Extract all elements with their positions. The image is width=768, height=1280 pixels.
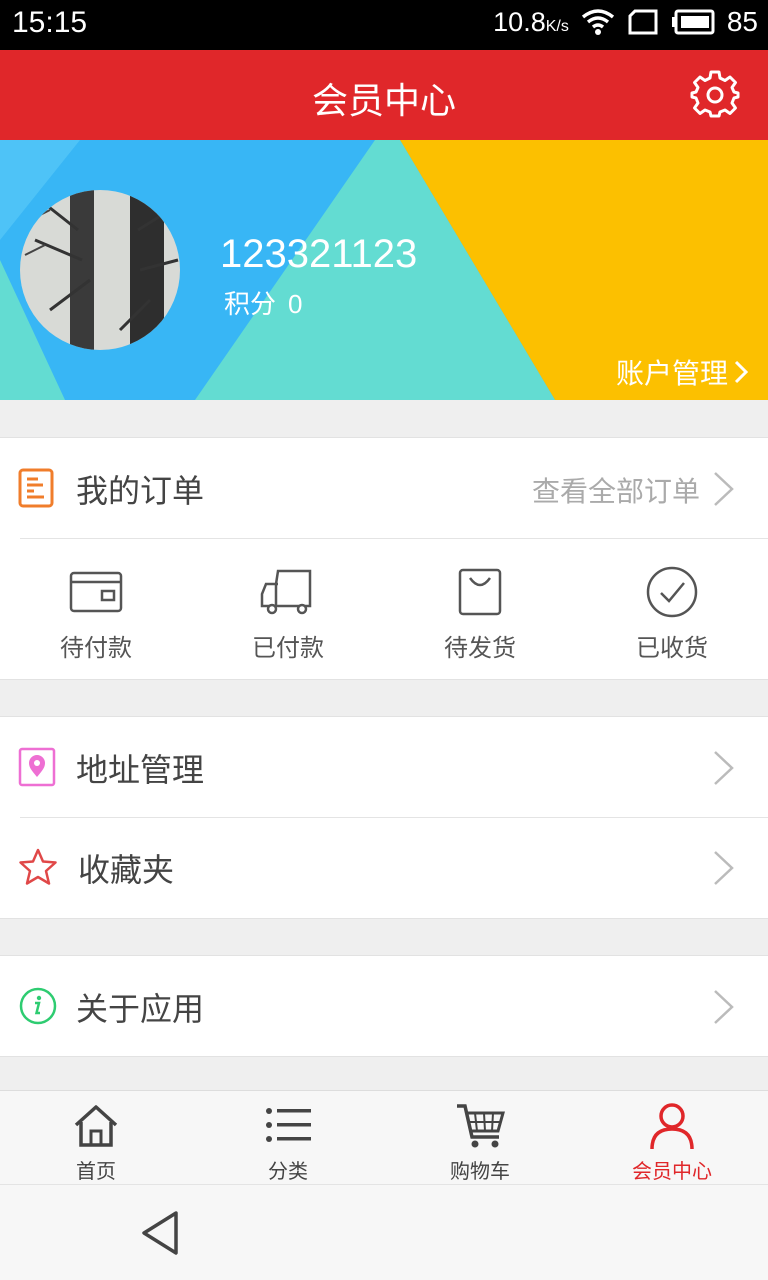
address-management-row[interactable]: 地址管理: [0, 717, 768, 817]
status-label: 待付款: [60, 634, 132, 662]
nav-member-center[interactable]: 会员中心: [576, 1091, 768, 1185]
order-list-icon: [18, 468, 54, 508]
status-indicators: 10.8K/s 85: [493, 6, 758, 38]
status-label: 已收货: [636, 634, 708, 662]
status-paid[interactable]: 已付款: [192, 538, 384, 678]
username: 123321123: [220, 232, 418, 276]
status-received[interactable]: 已收货: [576, 538, 768, 678]
favorites-label: 收藏夹: [78, 851, 175, 889]
battery-icon: [671, 9, 715, 35]
view-all-orders[interactable]: 查看全部订单: [532, 470, 700, 510]
nav-label: 会员中心: [632, 1159, 712, 1183]
nav-label: 购物车: [450, 1159, 510, 1183]
profile-banner: 123321123 积分 0 账户管理: [0, 140, 768, 400]
menu-card: 地址管理 收藏夹: [0, 716, 768, 919]
my-orders-label: 我的订单: [76, 472, 205, 510]
cart-icon: [457, 1104, 505, 1148]
back-icon[interactable]: [138, 1209, 182, 1257]
status-time: 15:15: [12, 6, 88, 39]
sim-icon: [628, 9, 658, 35]
about-card: 关于应用: [0, 955, 768, 1057]
chevron-right-icon: [714, 990, 734, 1024]
truck-icon: [260, 569, 312, 615]
chevron-right-icon: [714, 851, 734, 885]
order-status-bar: 待付款 已付款 待发货 已收货: [0, 538, 768, 678]
status-pending-payment[interactable]: 待付款: [0, 538, 192, 678]
bottom-nav: 首页 分类 购物车 会员中心: [0, 1090, 768, 1184]
chevron-right-icon: [714, 472, 734, 506]
chevron-right-icon: [714, 751, 734, 785]
chevron-right-icon: [734, 360, 748, 384]
location-pin-icon: [18, 747, 56, 787]
list-icon: [266, 1108, 311, 1142]
status-label: 待发货: [444, 634, 516, 662]
shopping-bag-icon: [458, 568, 502, 616]
battery-level: 85: [726, 6, 758, 37]
favorites-row[interactable]: 收藏夹: [0, 817, 768, 917]
account-link-label: 账户管理: [615, 357, 728, 390]
info-icon: [19, 987, 57, 1025]
star-icon: [19, 848, 57, 885]
nav-cart[interactable]: 购物车: [384, 1091, 576, 1185]
check-circle-icon: [646, 566, 698, 618]
nav-home[interactable]: 首页: [0, 1091, 192, 1185]
system-nav-bar: [0, 1184, 768, 1280]
home-icon: [74, 1105, 118, 1147]
app-header: 会员中心: [0, 50, 768, 140]
page-title: 会员中心: [311, 81, 456, 122]
points-value: 0: [288, 289, 303, 319]
address-label: 地址管理: [76, 751, 205, 789]
about-app-row[interactable]: 关于应用: [0, 956, 768, 1056]
user-icon: [650, 1103, 694, 1150]
points-label: 积分: [224, 290, 277, 320]
nav-categories[interactable]: 分类: [192, 1091, 384, 1185]
status-bar: 15:15 10.8K/s 85: [0, 0, 768, 50]
wifi-icon: [581, 9, 614, 35]
account-management-link[interactable]: 账户管理: [616, 352, 748, 392]
about-label: 关于应用: [76, 990, 205, 1028]
status-awaiting-shipment[interactable]: 待发货: [384, 538, 576, 678]
nav-label: 分类: [268, 1159, 308, 1183]
wallet-icon: [69, 571, 123, 613]
gear-icon[interactable]: [690, 70, 740, 120]
nav-label: 首页: [76, 1159, 116, 1183]
avatar[interactable]: [20, 190, 180, 350]
status-label: 已付款: [252, 634, 324, 662]
points-info: 积分 0: [224, 284, 302, 321]
network-speed: 10.8K/s: [493, 6, 569, 37]
orders-card: 我的订单 查看全部订单 待付款 已付款 待发货 已收货: [0, 437, 768, 680]
my-orders-row[interactable]: 我的订单 查看全部订单: [0, 438, 768, 538]
